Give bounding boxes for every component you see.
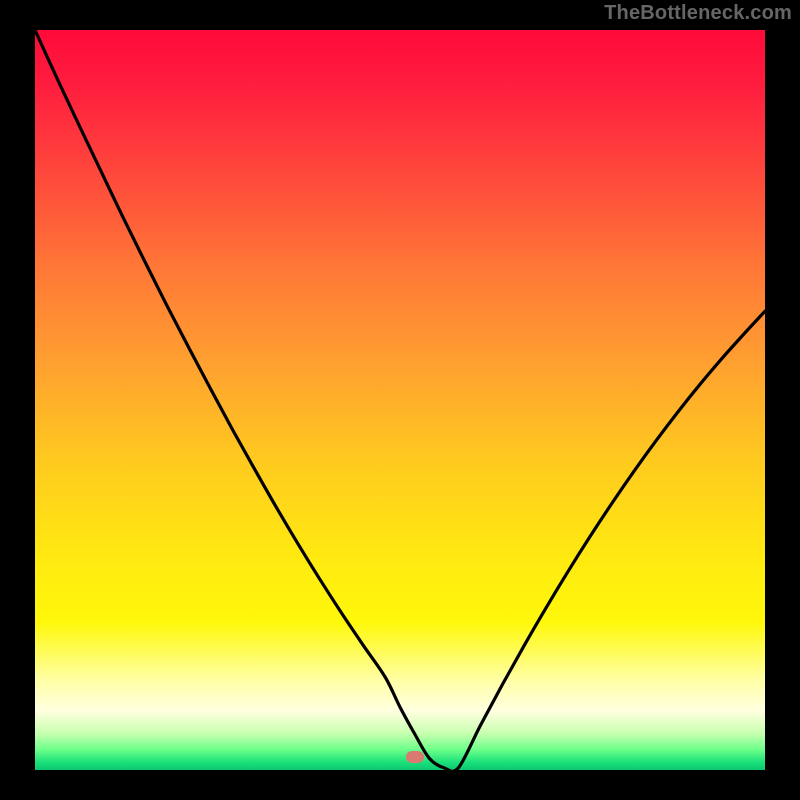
chart-frame: TheBottleneck.com [0, 0, 800, 800]
plot-area [35, 30, 765, 770]
watermark-text: TheBottleneck.com [604, 2, 792, 25]
optimal-marker [406, 751, 424, 763]
curve-path [35, 30, 765, 770]
bottleneck-curve [35, 30, 765, 770]
